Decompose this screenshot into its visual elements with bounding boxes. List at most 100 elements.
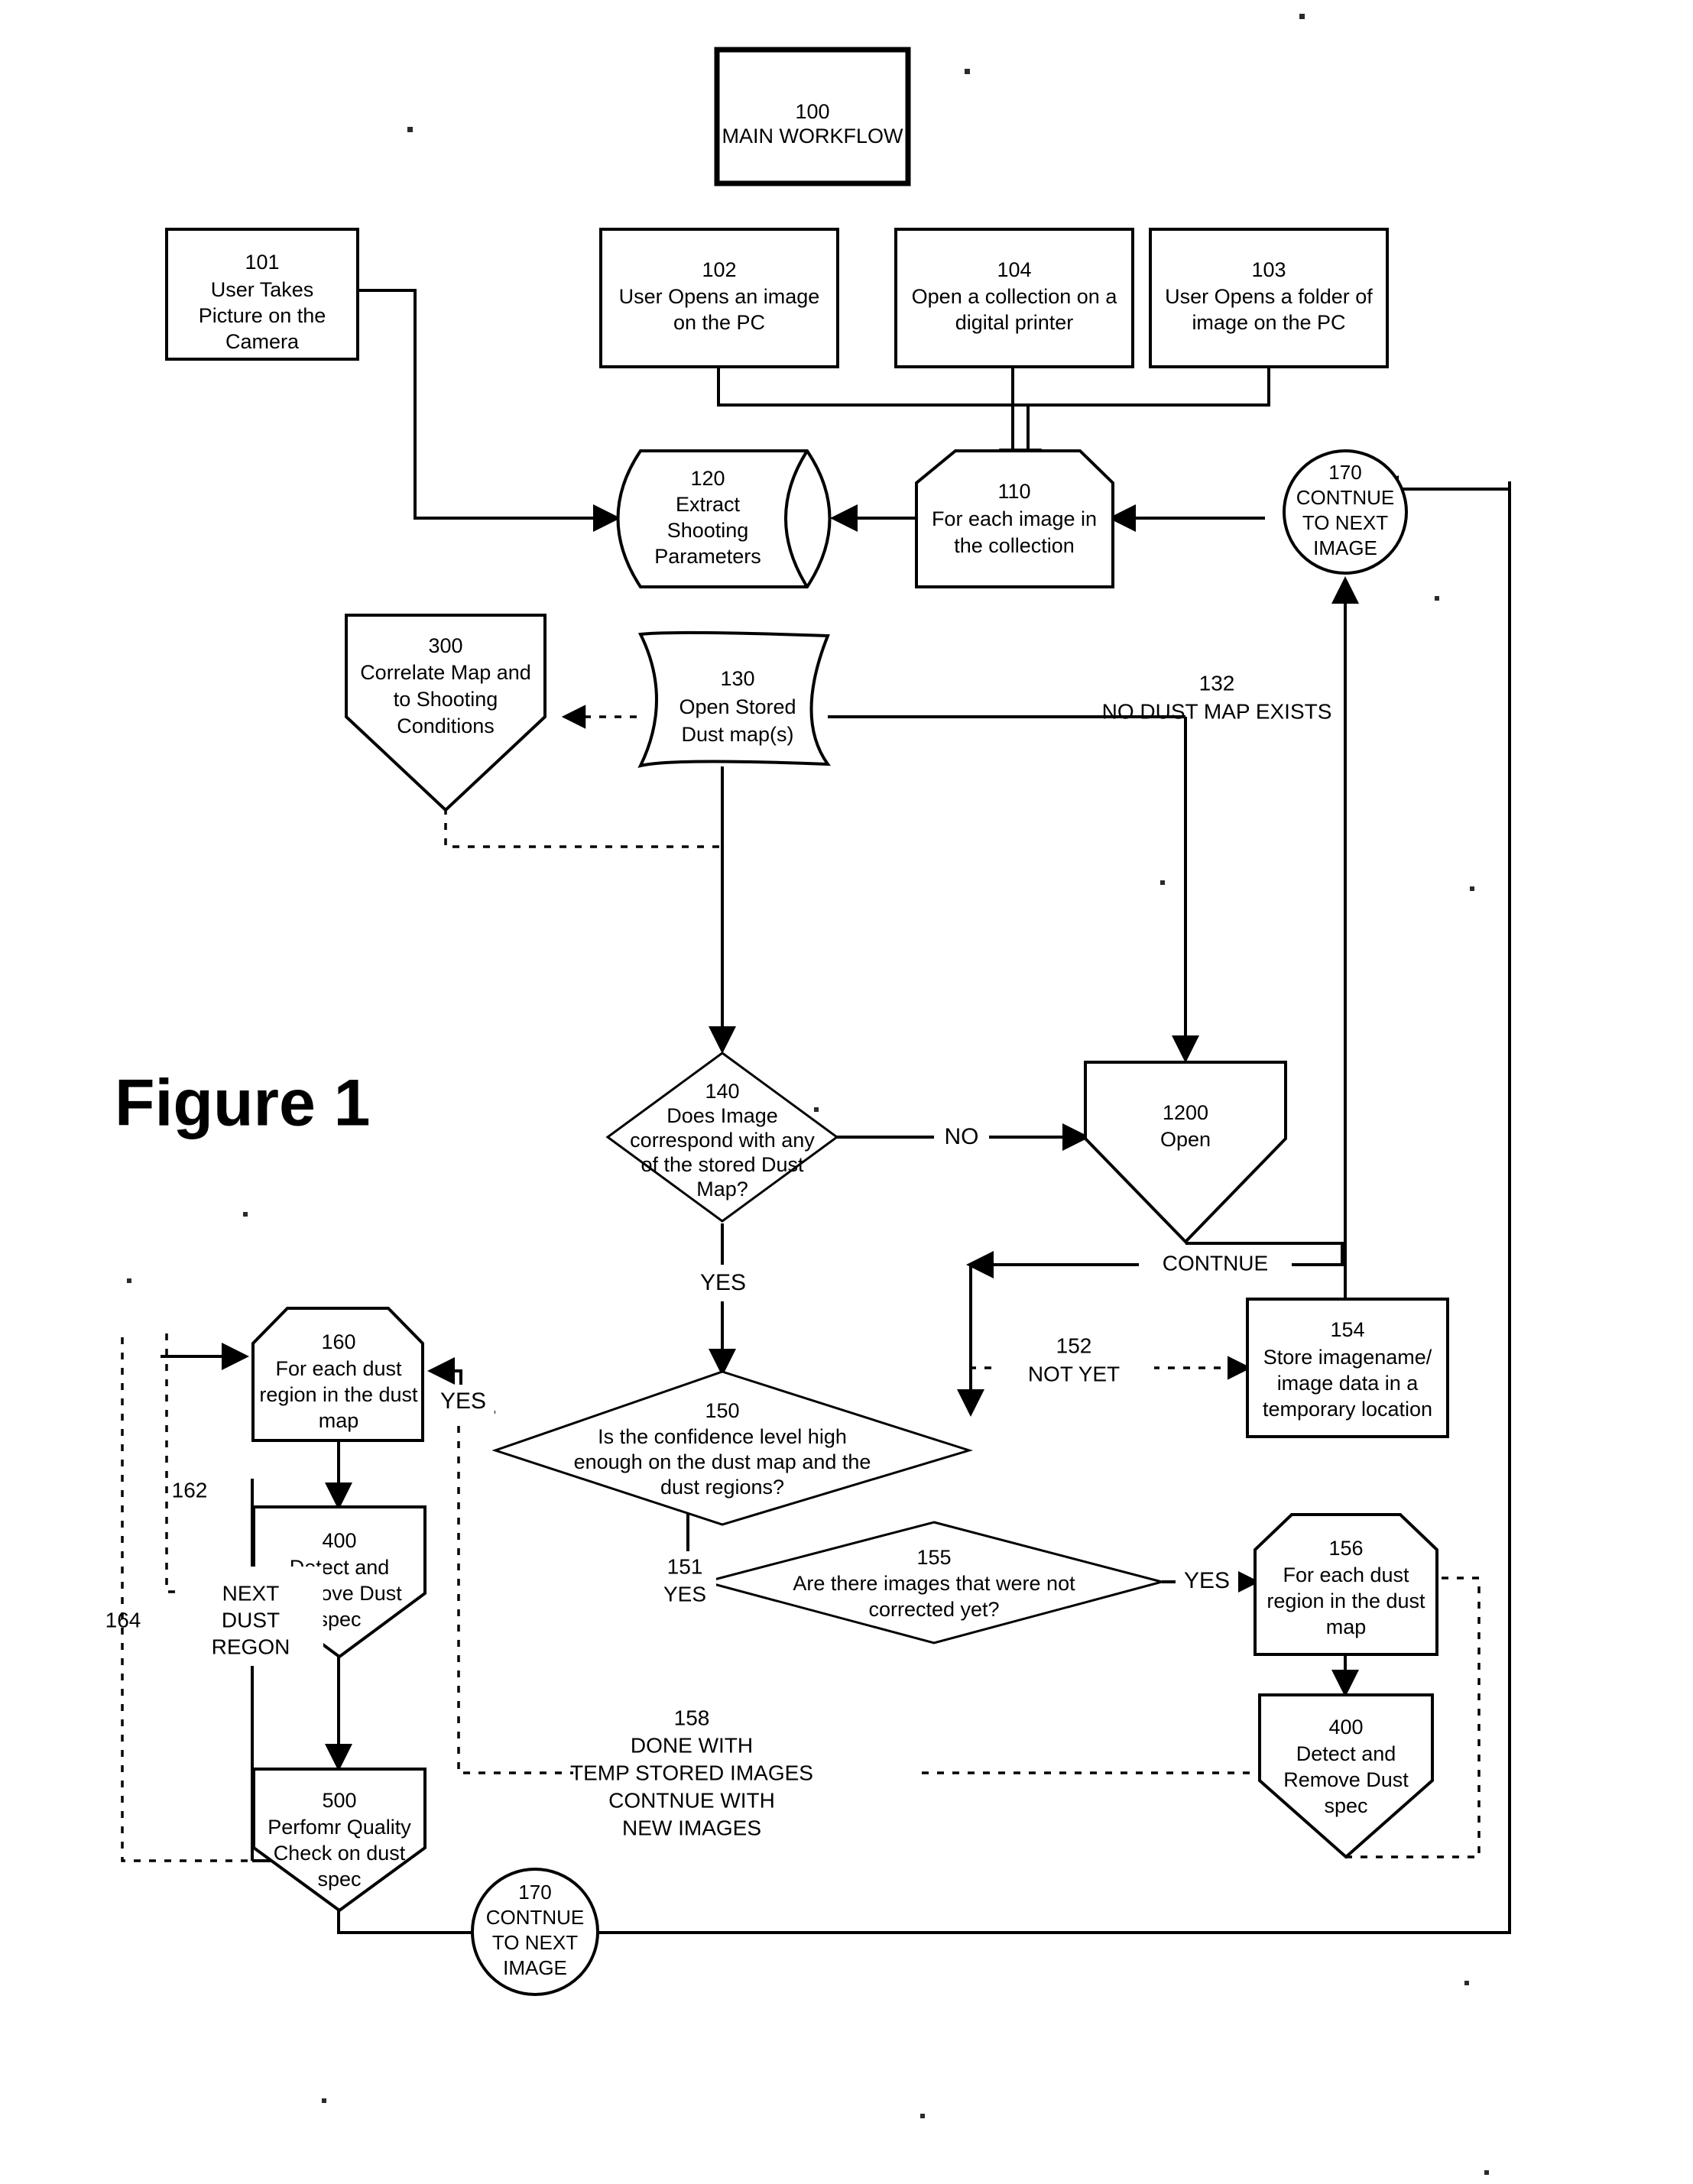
edge-140-no-text: NO bbox=[945, 1124, 979, 1149]
node-140-line-2: of the stored Dust bbox=[641, 1153, 804, 1176]
node-1200-open[interactable]: 1200 Open bbox=[1084, 1061, 1287, 1244]
node-140-number: 140 bbox=[705, 1080, 739, 1103]
node-150-line-2: dust regions? bbox=[660, 1476, 784, 1499]
node-160-line-1: region in the dust bbox=[259, 1383, 418, 1406]
node-500-perform-quality-check[interactable]: 500 Perfomr Quality Check on dust spec bbox=[252, 1768, 426, 1913]
node-101-line-1: Picture on the bbox=[199, 304, 326, 327]
node-170b-line-0: CONTNUE bbox=[486, 1906, 585, 1929]
node-400b-number: 400 bbox=[1328, 1716, 1363, 1738]
node-160-for-each-dust-region[interactable]: 160 For each dust region in the dust map bbox=[251, 1307, 424, 1442]
edge-152-text: NOT YET bbox=[1028, 1362, 1120, 1385]
edge-132-number: 132 bbox=[1199, 671, 1235, 695]
node-170-continue-next-image-bottom[interactable]: 170 CONTNUE TO NEXT IMAGE bbox=[471, 1868, 599, 1996]
node-103-user-opens-folder[interactable]: 103 User Opens a folder of image on the … bbox=[1149, 228, 1389, 368]
node-156-for-each-dust-region-right[interactable]: 156 For each dust region in the dust map bbox=[1254, 1513, 1438, 1656]
node-154-line-0: Store imagename/ bbox=[1263, 1346, 1432, 1369]
node-101-line-2: Camera bbox=[225, 330, 300, 353]
node-102-user-opens-image[interactable]: 102 User Opens an image on the PC bbox=[599, 228, 839, 368]
node-140-line-0: Does Image bbox=[666, 1104, 778, 1127]
node-155-line-1: corrected yet? bbox=[868, 1598, 999, 1621]
node-140-line-1: correspond with any bbox=[630, 1129, 815, 1152]
node-156-line-2: map bbox=[1326, 1615, 1367, 1638]
node-1200-number: 1200 bbox=[1163, 1101, 1208, 1124]
node-104-line-1: digital printer bbox=[955, 311, 1074, 334]
edge-140-yes-text: YES bbox=[700, 1270, 746, 1295]
edge-158-line-0: DONE WITH bbox=[631, 1733, 753, 1757]
node-156-line-1: region in the dust bbox=[1267, 1589, 1425, 1612]
edge-158-line-3: NEW IMAGES bbox=[622, 1816, 761, 1839]
node-170a-line-2: IMAGE bbox=[1313, 536, 1377, 559]
node-150-confidence-level[interactable]: 150 Is the confidence level high enough … bbox=[491, 1370, 974, 1526]
node-104-open-collection-printer[interactable]: 104 Open a collection on a digital print… bbox=[894, 228, 1134, 368]
node-500-line-0: Perfomr Quality bbox=[268, 1816, 411, 1839]
edge-155-yes-text: YES bbox=[1184, 1568, 1230, 1593]
node-103-line-0: User Opens a folder of bbox=[1165, 285, 1373, 308]
edge-next-dust-region-line-0: NEXT bbox=[222, 1581, 280, 1605]
edge-next-dust-region-line-2: REGON bbox=[212, 1635, 290, 1658]
node-100-main-workflow[interactable]: 100 MAIN WORKFLOW bbox=[714, 47, 911, 186]
node-300-line-0: Correlate Map and bbox=[360, 661, 531, 684]
node-400a-line-2: spec bbox=[317, 1608, 361, 1631]
node-500-line-1: Check on dust bbox=[274, 1842, 406, 1865]
edge-label-next-dust-region: NEXT DUST REGON bbox=[178, 1567, 323, 1666]
node-300-number: 300 bbox=[428, 634, 462, 657]
node-150-number: 150 bbox=[705, 1399, 739, 1422]
node-156-number: 156 bbox=[1328, 1537, 1363, 1560]
node-102-line-0: User Opens an image bbox=[619, 285, 820, 308]
node-103-line-1: image on the PC bbox=[1192, 311, 1345, 334]
edge-164-number: 164 bbox=[105, 1608, 141, 1632]
node-400a-number: 400 bbox=[322, 1529, 356, 1552]
node-130-line-0: Open Stored bbox=[679, 695, 796, 718]
node-100-number: 100 bbox=[795, 100, 829, 123]
node-154-store-imagename[interactable]: 154 Store imagename/ image data in a tem… bbox=[1246, 1298, 1449, 1438]
edge-151-text: YES bbox=[663, 1582, 706, 1606]
node-1200-line-0: Open bbox=[1160, 1128, 1211, 1151]
node-120-line-1: Shooting bbox=[667, 519, 749, 542]
node-170-continue-next-image-top[interactable]: 170 CONTNUE TO NEXT IMAGE bbox=[1283, 449, 1408, 575]
edge-label-132: 132 NO DUST MAP EXISTS bbox=[1102, 671, 1332, 723]
edge-label-164: 164 bbox=[105, 1608, 141, 1632]
node-160-number: 160 bbox=[321, 1330, 355, 1353]
node-110-line-0: For each image in bbox=[932, 507, 1097, 530]
node-102-line-1: on the PC bbox=[673, 311, 765, 334]
node-155-images-not-corrected[interactable]: 155 Are there images that were not corre… bbox=[701, 1521, 1166, 1644]
edge-132-text: NO DUST MAP EXISTS bbox=[1102, 699, 1332, 723]
node-155-line-0: Are there images that were not bbox=[793, 1572, 1075, 1595]
node-120-number: 120 bbox=[690, 467, 725, 490]
node-170a-number: 170 bbox=[1328, 461, 1361, 484]
node-130-number: 130 bbox=[720, 667, 754, 690]
node-156-line-0: For each dust bbox=[1283, 1563, 1409, 1586]
node-154-line-1: image data in a bbox=[1277, 1372, 1419, 1395]
edge-next-dust-region-line-1: DUST bbox=[222, 1608, 280, 1632]
node-120-extract-shooting-parameters[interactable]: 120 Extract Shooting Parameters bbox=[616, 449, 832, 588]
node-150-line-1: enough on the dust map and the bbox=[574, 1450, 871, 1473]
node-300-correlate-map[interactable]: 300 Correlate Map and to Shooting Condit… bbox=[345, 614, 546, 812]
node-140-does-image-correspond[interactable]: 140 Does Image correspond with any of th… bbox=[605, 1051, 839, 1223]
node-400-detect-remove-dust-right[interactable]: 400 Detect and Remove Dust spec bbox=[1258, 1693, 1434, 1859]
node-170a-line-0: CONTNUE bbox=[1296, 486, 1395, 509]
node-101-user-takes-picture[interactable]: 101 User Takes Picture on the Camera bbox=[165, 228, 359, 361]
edge-162-number: 162 bbox=[172, 1478, 208, 1502]
edge-label-151: 151 YES bbox=[654, 1551, 716, 1625]
node-120-line-2: Parameters bbox=[654, 545, 761, 568]
edge-label-140-yes: YES bbox=[692, 1265, 754, 1301]
node-154-line-2: temporary location bbox=[1263, 1398, 1432, 1421]
node-103-number: 103 bbox=[1251, 258, 1286, 281]
edge-continue-text: CONTNUE bbox=[1163, 1251, 1268, 1275]
edge-label-152: 152 NOT YET bbox=[994, 1330, 1154, 1403]
node-100-line-0: MAIN WORKFLOW bbox=[722, 125, 904, 147]
edge-150-yes-text: YES bbox=[440, 1388, 486, 1414]
node-140-line-3: Map? bbox=[696, 1178, 748, 1201]
node-170b-line-2: IMAGE bbox=[503, 1956, 567, 1979]
node-130-open-stored-dust-map[interactable]: 130 Open Stored Dust map(s) bbox=[637, 630, 832, 768]
node-110-for-each-image[interactable]: 110 For each image in the collection bbox=[915, 449, 1114, 588]
edge-label-158: 158 DONE WITH TEMP STORED IMAGES CONTNUE… bbox=[570, 1704, 917, 1842]
edge-152-number: 152 bbox=[1056, 1333, 1092, 1357]
node-400b-line-0: Detect and bbox=[1296, 1742, 1396, 1765]
edge-158-line-1: TEMP STORED IMAGES bbox=[570, 1761, 813, 1784]
node-101-line-0: User Takes bbox=[211, 278, 314, 301]
node-500-number: 500 bbox=[322, 1789, 356, 1812]
node-120-line-0: Extract bbox=[676, 493, 741, 516]
edge-label-155-yes: YES bbox=[1176, 1565, 1238, 1600]
edge-label-162: 162 bbox=[172, 1478, 208, 1502]
